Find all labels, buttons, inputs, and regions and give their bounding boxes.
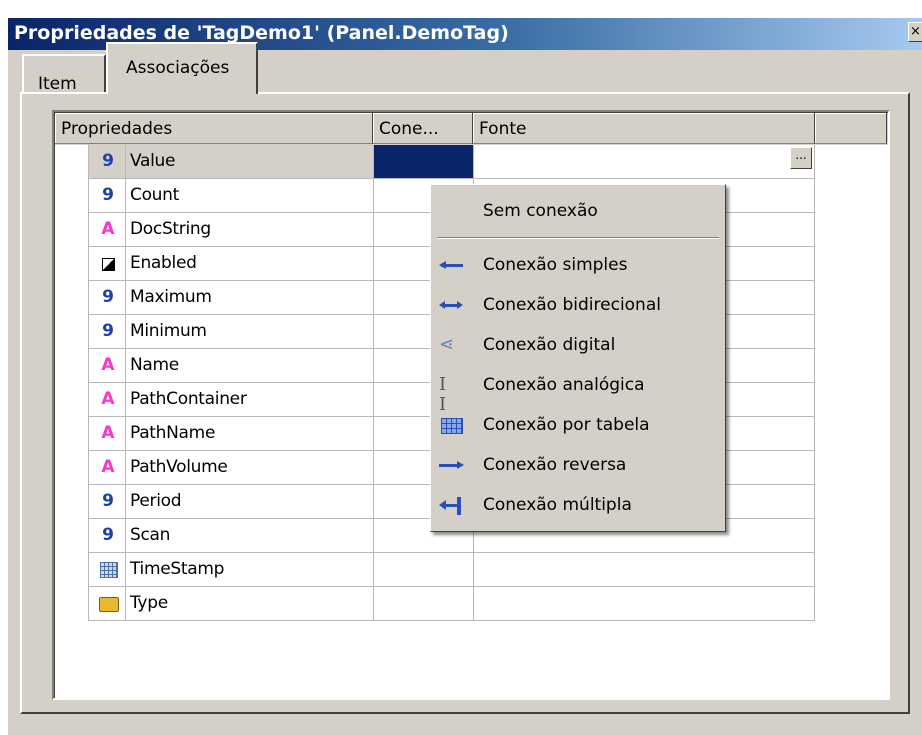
connection-context-menu: Sem conexão Conexão simples Conexão bidir… [430,184,726,532]
property-name[interactable]: Value [126,145,374,179]
property-name[interactable]: Minimum [126,315,374,349]
number-icon: 9 [102,287,114,307]
string-icon: A [101,389,115,409]
type-icon [99,593,119,613]
grid-header: Propriedades Cone... Fonte [55,113,888,145]
close-button[interactable]: × [908,22,922,42]
table-row[interactable]: Type [88,587,815,621]
property-name[interactable]: TimeStamp [126,553,374,587]
property-name[interactable]: Enabled [126,247,374,281]
menu-item-analog[interactable]: I I Conexão analógica [431,367,725,415]
tab-associacoes[interactable]: Associações [106,42,258,94]
source-cell[interactable] [474,553,815,587]
menu-item-label: Conexão digital [483,335,616,355]
source-cell[interactable] [474,587,815,621]
string-icon: A [101,355,115,375]
column-header-fonte[interactable]: Fonte [473,113,815,144]
menu-item-arrow-both[interactable]: Conexão bidirecional [431,287,725,327]
property-name[interactable]: Count [126,179,374,213]
connection-cell[interactable] [374,553,474,587]
row-icon-cell: 9 [88,281,126,315]
number-icon: 9 [102,491,114,511]
table-row[interactable]: 9 Value... [88,145,815,179]
arrow-right-icon [439,455,464,477]
row-icon-cell: 9 [88,315,126,349]
connection-cell[interactable] [374,587,474,621]
browse-button[interactable]: ... [790,147,812,169]
row-icon-cell: A [88,383,126,417]
row-icon-cell: 9 [88,485,126,519]
multiple-icon [439,495,463,517]
number-icon: 9 [102,151,114,171]
property-name[interactable]: Maximum [126,281,374,315]
table-row[interactable]: TimeStamp [88,553,815,587]
string-icon: A [101,457,115,477]
row-icon-cell: A [88,451,126,485]
menu-item-label: Conexão analógica [483,375,645,395]
row-icon-cell: 9 [88,179,126,213]
number-icon: 9 [102,525,114,545]
row-icon-cell [88,553,126,587]
arrow-left-icon [439,255,463,277]
row-icon-cell: A [88,417,126,451]
menu-item-digital[interactable]: ⋖ Conexão digital [431,327,725,367]
menu-item-label: Conexão reversa [483,455,627,475]
table-icon [439,415,463,437]
property-name[interactable]: Name [126,349,374,383]
number-icon: 9 [102,185,114,205]
string-icon: A [101,219,115,239]
connection-cell[interactable] [374,145,474,179]
window-title: Propriedades de 'TagDemo1' (Panel.DemoTa… [14,22,509,44]
row-icon-cell [88,247,126,281]
digital-icon: ⋖ [439,334,455,355]
property-name[interactable]: PathContainer [126,383,374,417]
menu-separator [437,237,719,239]
column-header-conexao[interactable]: Cone... [373,113,473,144]
property-name[interactable]: DocString [126,213,374,247]
property-name[interactable]: Type [126,587,374,621]
string-icon: A [101,423,115,443]
source-cell[interactable]: ... [474,145,815,179]
property-name[interactable]: Scan [126,519,374,553]
row-icon-cell: A [88,213,126,247]
property-name[interactable]: PathName [126,417,374,451]
menu-item-arrow-right[interactable]: Conexão reversa [431,447,725,487]
menu-item-label: Conexão múltipla [483,495,632,515]
row-icon-cell: 9 [88,145,126,179]
menu-item-table[interactable]: Conexão por tabela [431,407,725,447]
property-name[interactable]: PathVolume [126,451,374,485]
timestamp-icon [99,559,118,579]
menu-item-label: Conexão por tabela [483,415,650,435]
row-icon-cell: A [88,349,126,383]
boolean-icon [99,253,117,273]
tab-item[interactable]: Item [22,54,106,94]
row-icon-cell: 9 [88,519,126,553]
menu-item-arrow-left[interactable]: Conexão simples [431,247,725,287]
menu-item-label: Conexão simples [483,255,628,275]
property-name[interactable]: Period [126,485,374,519]
column-header-propriedades[interactable]: Propriedades [55,113,373,144]
analog-icon: I I [439,374,453,415]
menu-item-multiple[interactable]: Conexão múltipla [431,487,725,527]
grid-gutter [55,145,88,698]
menu-item-label: Conexão bidirecional [483,295,661,315]
arrow-both-icon [439,295,463,317]
column-header-filler [815,113,887,144]
menu-item-sem-conexao[interactable]: Sem conexão [483,201,598,221]
row-icon-cell [88,587,126,621]
number-icon: 9 [102,321,114,341]
